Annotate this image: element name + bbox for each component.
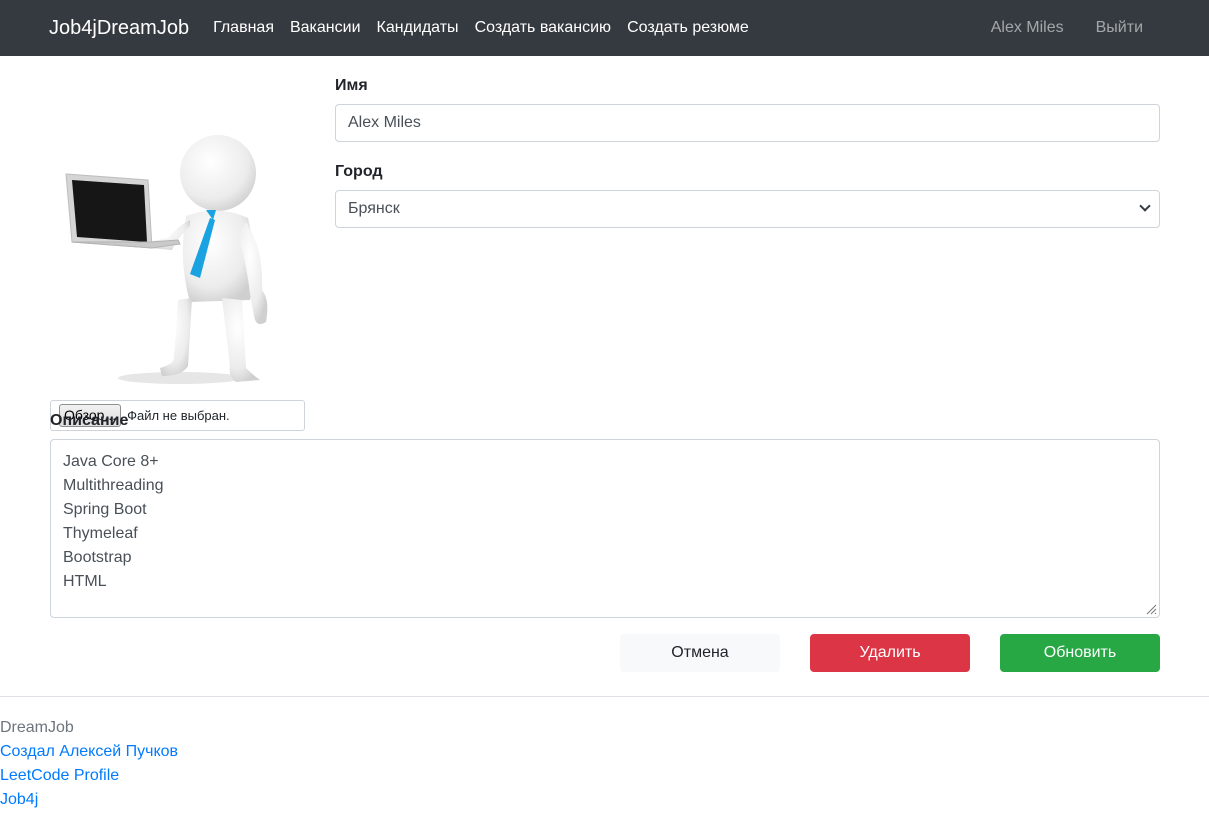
city-select[interactable]: Брянск (335, 190, 1160, 228)
description-line: Thymeleaf (63, 525, 138, 542)
description-line: HTML (63, 573, 107, 590)
nav-create-resume[interactable]: Создать резюме (627, 19, 749, 37)
city-label: Город (335, 163, 383, 180)
cancel-button[interactable]: Отмена (620, 634, 780, 672)
brand-link[interactable]: Job4jDreamJob (49, 17, 189, 40)
file-status: Файл не выбран. (127, 408, 230, 423)
city-select-value: Брянск (348, 200, 400, 217)
description-line: Multithreading (63, 477, 164, 494)
navbar: Job4jDreamJob Главная Вакансии Кандидаты… (0, 0, 1209, 56)
nav-logout[interactable]: Выйти (1096, 19, 1143, 37)
footer-author-link[interactable]: Создал Алексей Пучков (0, 740, 1209, 764)
resize-grip-icon[interactable] (1145, 603, 1157, 615)
navbar-user-area: Alex Miles Выйти (991, 0, 1209, 56)
footer-leetcode-link[interactable]: LeetCode Profile (0, 764, 1209, 788)
footer: DreamJob Создал Алексей Пучков LeetCode … (0, 696, 1209, 812)
footer-brand: DreamJob (0, 719, 74, 736)
nav-create-vacancy[interactable]: Создать вакансию (475, 19, 612, 37)
description-line: Java Core 8+ (63, 453, 159, 470)
description-label: Описание (50, 412, 129, 429)
name-input-value: Alex Miles (348, 114, 421, 131)
footer-job4j-link[interactable]: Job4j (0, 788, 1209, 812)
description-line: Spring Boot (63, 501, 147, 518)
nav-vacancies[interactable]: Вакансии (290, 19, 361, 37)
description-line: Bootstrap (63, 549, 132, 566)
nav-user[interactable]: Alex Miles (991, 19, 1064, 37)
chevron-down-icon (1139, 200, 1151, 212)
delete-button[interactable]: Удалить (810, 634, 970, 672)
candidate-edit-form: Обзор... Файл не выбран. Имя Alex Miles … (0, 56, 1209, 696)
nav-candidates[interactable]: Кандидаты (377, 19, 459, 37)
description-textarea[interactable]: Java Core 8+ Multithreading Spring Boot … (50, 439, 1160, 618)
update-button[interactable]: Обновить (1000, 634, 1160, 672)
name-input[interactable]: Alex Miles (335, 104, 1160, 142)
name-label: Имя (335, 77, 368, 94)
nav-home[interactable]: Главная (213, 19, 274, 37)
candidate-photo (65, 135, 268, 384)
